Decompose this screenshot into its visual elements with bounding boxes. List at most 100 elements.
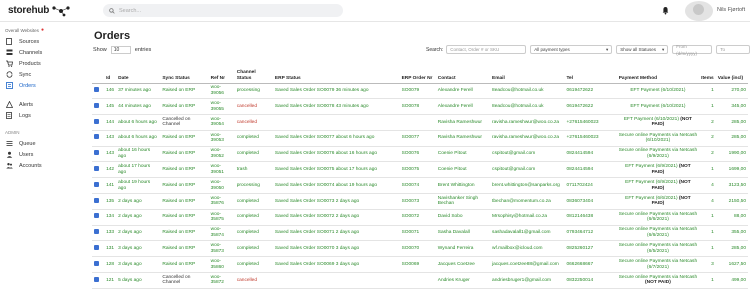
sidebar-item-sources[interactable]: Sources <box>0 36 82 47</box>
table-row[interactable]: 142 about 17 hours ago Raised on ERP woo-39… <box>92 161 748 179</box>
sync-icon <box>5 71 13 79</box>
expand-row-button[interactable] <box>94 276 99 282</box>
expand-row-button[interactable] <box>94 181 99 187</box>
expand-row-button[interactable] <box>94 102 99 108</box>
ref-nr-cell: woo-39050 <box>208 177 235 195</box>
cart-icon <box>5 60 13 68</box>
tel-cell: +27615460023 <box>564 130 617 147</box>
channel-status-cell: completed <box>234 193 273 210</box>
sidebar-item-label: Accounts <box>19 162 42 169</box>
payment-method-cell: Secure online Payments via Netcash (6/6/… <box>616 209 700 226</box>
id-cell: 128 <box>104 256 117 274</box>
table-row[interactable]: 143 about 6 hours ago Raised on ERP woo-390… <box>92 130 748 147</box>
expand-row-button[interactable] <box>94 213 99 219</box>
column-header-erp-status-col[interactable]: ERP Status <box>272 59 400 84</box>
channels-icon <box>5 49 13 57</box>
expand-row-button[interactable] <box>94 118 99 124</box>
id-cell: 146 <box>104 83 117 100</box>
avatar[interactable] <box>685 1 713 21</box>
table-row[interactable]: 145 44 minutes ago Raised on ERP woo-39055 c… <box>92 98 748 116</box>
sidebar-item-orders[interactable]: Orders <box>0 80 82 91</box>
table-row[interactable]: 135 2 days ago Raised on ERP woo-35876 compl… <box>92 193 748 210</box>
email-cell: andriesbruger1@gmail.com <box>490 272 565 289</box>
user-name[interactable]: Nils Fjørtoft <box>717 7 745 13</box>
sidebar-item-products[interactable]: Products <box>0 58 82 69</box>
store-selector[interactable]: Overall Websites ● <box>0 22 82 33</box>
table-search-input[interactable]: Contact, Order # or SKU <box>446 45 527 54</box>
id-cell: 142 <box>104 161 117 179</box>
sync-status-cell: Raised on ERP <box>160 98 209 116</box>
table-row[interactable]: 133 2 days ago Raised on ERP woo-35874 compl… <box>92 225 748 242</box>
not-paid-badge: (NOT PAID) <box>645 280 671 286</box>
sidebar-item-users[interactable]: Users <box>0 149 82 160</box>
sidebar-item-queue[interactable]: Queue <box>0 138 82 149</box>
tel-cell: +27615460023 <box>564 114 617 131</box>
sync-status-cell: Raised on ERP <box>160 209 209 226</box>
table-row[interactable]: 143 about 16 hours ago Raised on ERP woo-39… <box>92 146 748 163</box>
chevron-down-icon: ▾ <box>661 47 665 52</box>
expand-row-button[interactable] <box>94 134 99 140</box>
payment-method-cell: Secure online Payments via Netcash (6/5/… <box>616 240 700 258</box>
column-header-tel-col[interactable]: Tel <box>564 59 617 84</box>
column-header-id-col[interactable]: Id <box>104 59 117 84</box>
expand-row-button[interactable] <box>94 260 99 266</box>
column-header-channel-status-col[interactable]: Channel Status <box>234 59 273 84</box>
from-date-placeholder: From (d/m/yyyy) <box>676 43 697 56</box>
to-date-input[interactable]: To <box>716 45 750 54</box>
sidebar-item-sync[interactable]: Sync <box>0 69 82 80</box>
table-row[interactable]: 141 about 19 hours ago Raised on ERP woo-39… <box>92 177 748 195</box>
ref-nr-cell: woo-39051 <box>208 161 235 179</box>
column-header-contact-col[interactable]: Contact <box>435 59 491 84</box>
expand-cell <box>92 83 105 100</box>
column-header-ref-nr-col[interactable]: Ref Nr <box>208 59 235 84</box>
sidebar-item-logs[interactable]: Logs <box>0 110 82 121</box>
sidebar-item-alerts[interactable]: Alerts <box>0 99 82 110</box>
column-header-payment-method-col[interactable]: Payment Method <box>616 59 700 84</box>
contact-cell: Coenie Pitout <box>435 161 491 179</box>
channel-status-cell: processing <box>234 83 273 100</box>
id-cell: 144 <box>104 114 117 131</box>
column-header-date-col[interactable]: Date <box>116 59 161 84</box>
email-cell: tbechan@momentum.co.za <box>490 193 565 210</box>
column-header-items-col[interactable]: Items <box>699 59 716 84</box>
sidebar-item-label: Users <box>19 151 34 158</box>
table-row[interactable]: 131 3 days ago Raised on ERP woo-35873 compl… <box>92 240 748 258</box>
payment-method-cell: EFT Payment (6/9/2021) (NOT PAID) <box>616 161 700 179</box>
erp-status-cell: Saved Sales Order SO0074 about 19 hours … <box>272 177 400 195</box>
sidebar-item-channels[interactable]: Channels <box>0 47 82 58</box>
expand-row-button[interactable] <box>94 166 99 172</box>
table-row[interactable]: 134 2 days ago Raised on ERP woo-35875 compl… <box>92 209 748 226</box>
sidebar-item-accounts[interactable]: Accounts <box>0 160 82 171</box>
ref-nr-cell: woo-39053 <box>208 130 235 147</box>
column-header-sync-status-col[interactable]: Sync Status <box>160 59 209 84</box>
channel-status-cell: completed <box>234 240 273 258</box>
table-row[interactable]: 128 3 days ago Raised on ERP woo-35860 compl… <box>92 256 748 274</box>
value-cell: 3123,50 <box>715 177 748 195</box>
expand-row-button[interactable] <box>94 150 99 156</box>
global-search-input[interactable]: Search... <box>103 4 343 17</box>
expand-row-button[interactable] <box>94 245 99 251</box>
payment-method-text: Secure online Payments via Netcash (6/9/… <box>618 148 698 160</box>
tel-cell: 0832250014 <box>564 272 617 289</box>
expand-row-button[interactable] <box>94 229 99 235</box>
items-cell: 1 <box>699 98 716 116</box>
erp-status-cell: Saved Sales Order SO0072 2 days ago <box>272 209 400 226</box>
expand-row-button[interactable] <box>94 87 99 93</box>
bell-icon[interactable] <box>662 6 669 15</box>
sidebar-item-label: Products <box>19 60 41 67</box>
table-row[interactable]: 121 5 days ago Cancelled on Channel woo-358… <box>92 272 748 289</box>
contact-cell: Sasha Davalall <box>435 225 491 242</box>
page-length-select[interactable]: 10 <box>110 46 131 54</box>
contact-cell: Brent Whittington <box>435 177 491 195</box>
value-cell: 2150,50 <box>715 193 748 210</box>
app-logo[interactable]: storehub <box>0 5 90 17</box>
payment-type-select[interactable]: All payment types ▾ <box>530 45 613 54</box>
column-header-erp-order-nr-col[interactable]: ERP Order Nr <box>399 59 436 84</box>
expand-row-button[interactable] <box>94 197 99 203</box>
table-row[interactable]: 144 about 6 hours ago Cancelled on Channel… <box>92 114 748 131</box>
column-header-value-col[interactable]: Value (incl) <box>715 59 748 84</box>
from-date-input[interactable]: From (d/m/yyyy) <box>672 43 713 56</box>
column-header-email-col[interactable]: Email <box>490 59 565 84</box>
table-row[interactable]: 146 37 minutes ago Raised on ERP woo-39056 p… <box>92 83 748 100</box>
status-select[interactable]: Show all Statuses ▾ <box>616 45 669 54</box>
